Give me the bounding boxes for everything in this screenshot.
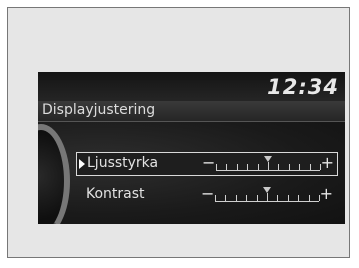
slider-scale xyxy=(216,162,321,171)
clock: 12:34 xyxy=(267,75,339,99)
menu-item-label: Kontrast xyxy=(86,186,145,202)
page-title: Displayjustering xyxy=(42,102,156,118)
slider-tick xyxy=(267,193,268,201)
slider-tick xyxy=(226,164,228,170)
slider-tick xyxy=(256,195,258,201)
minus-icon: − xyxy=(202,153,216,172)
menu-item-label: Ljusstyrka xyxy=(87,155,159,171)
slider-tick xyxy=(268,162,269,170)
slider-tick xyxy=(278,164,280,170)
slider-tick xyxy=(277,195,279,201)
contrast-slider[interactable]: − + xyxy=(201,184,333,207)
slider-tick xyxy=(298,195,300,201)
slider-tick xyxy=(309,164,311,170)
plus-icon: + xyxy=(320,153,334,172)
slider-tick xyxy=(257,164,259,170)
slider-tick xyxy=(236,164,238,170)
slider-tick xyxy=(225,195,227,201)
slider-scale xyxy=(215,193,320,202)
slider-tick xyxy=(299,164,301,170)
slider-tick xyxy=(287,195,289,201)
slider-marker[interactable] xyxy=(263,187,271,193)
menu-item-kontrast[interactable]: Kontrast − + xyxy=(76,184,338,208)
selection-arrow-icon xyxy=(79,159,85,169)
figure-frame: 12:34 Displayjustering Ljusstyrka − + Ko… xyxy=(7,7,350,258)
slider-tick xyxy=(216,164,217,170)
display-screen: 12:34 Displayjustering Ljusstyrka − + Ko… xyxy=(38,72,345,224)
slider-tick xyxy=(235,195,237,201)
slider-marker[interactable] xyxy=(264,156,272,162)
status-bar: 12:34 xyxy=(38,72,345,101)
menu-item-ljusstyrka[interactable]: Ljusstyrka − + xyxy=(76,152,338,176)
slider-tick xyxy=(215,195,216,201)
title-bar: Displayjustering xyxy=(38,101,345,122)
slider-tick xyxy=(247,164,249,170)
minus-icon: − xyxy=(201,184,215,203)
brightness-slider[interactable]: − + xyxy=(202,153,334,176)
slider-tick xyxy=(308,195,310,201)
slider-tick xyxy=(288,164,290,170)
plus-icon: + xyxy=(319,184,333,203)
slider-tick xyxy=(246,195,248,201)
